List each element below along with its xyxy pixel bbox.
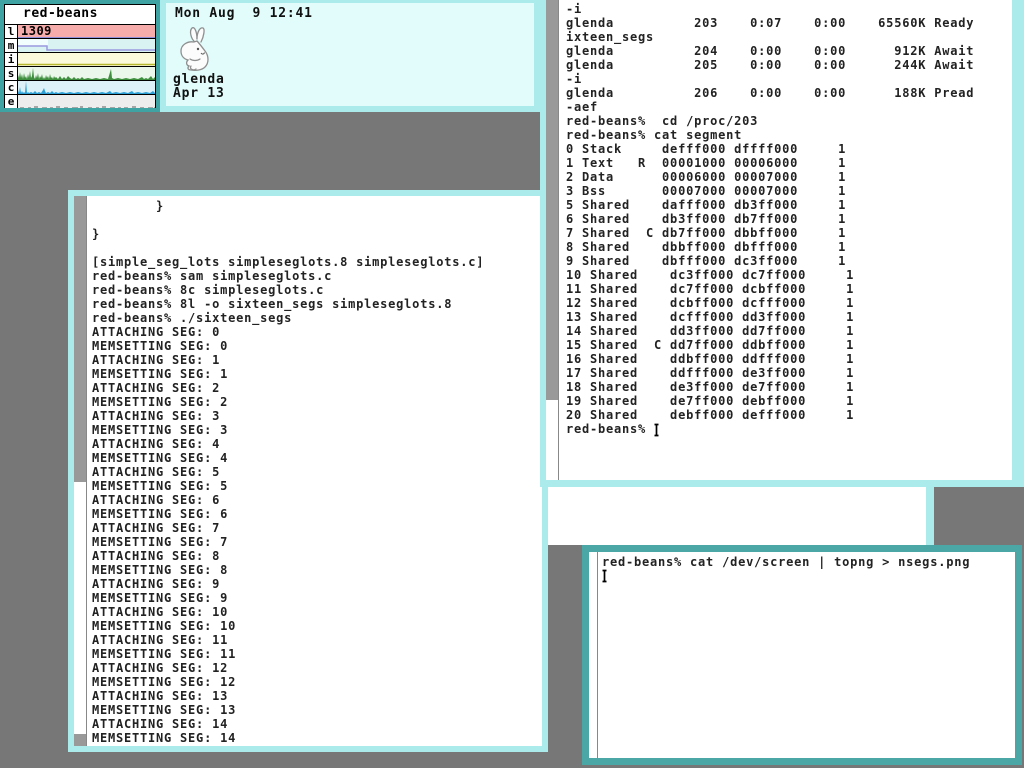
stats-row-intr: i	[5, 52, 155, 66]
intr-graph	[18, 53, 155, 66]
bottom-terminal-content[interactable]: red-beans% cat /dev/screen | topng > nse…	[589, 552, 1015, 758]
stats-row-syscall: s	[5, 66, 155, 80]
syscall-graph-plot	[18, 67, 155, 80]
left-terminal-window[interactable]: } } [simple_seg_lots simpleseglots.8 sim…	[68, 190, 548, 752]
stats-row-load: l 1309	[5, 24, 155, 38]
right-terminal-scrollbar[interactable]	[546, 0, 559, 480]
bottom-terminal-text: red-beans% cat /dev/screen | topng > nse…	[602, 555, 970, 569]
stats-label-intr: i	[5, 53, 18, 66]
right-terminal-text: -i glenda 203 0:07 0:00 65560K Ready ./s…	[566, 2, 1012, 436]
load-value: 1309	[21, 25, 52, 38]
faces-window[interactable]: Mon Aug 9 12:41 glenda Apr 13	[160, 0, 540, 112]
bottom-terminal-window[interactable]: red-beans% cat /dev/screen | topng > nse…	[582, 545, 1022, 765]
mem-graph-plot	[18, 39, 155, 52]
stats-row-context: c	[5, 80, 155, 94]
rio-desktop[interactable]: { "colors": { "desktop_bg": "#777777", "…	[0, 0, 1024, 768]
ether-graph	[18, 95, 155, 108]
context-graph-plot	[18, 81, 155, 94]
left-terminal-scroll-thumb[interactable]	[74, 482, 86, 734]
face-date: Apr 13	[173, 87, 225, 101]
right-terminal-window[interactable]: -i glenda 203 0:07 0:00 65560K Ready ./s…	[540, 0, 1024, 487]
left-terminal-text: } } [simple_seg_lots simpleseglots.8 sim…	[92, 199, 484, 745]
stats-window[interactable]: red-beans l 1309 m i	[0, 0, 160, 112]
background-window[interactable]	[528, 480, 934, 545]
bottom-terminal-scrollbar[interactable]	[589, 552, 598, 758]
stats-label-context: c	[5, 81, 18, 94]
ether-graph-plot	[18, 95, 155, 108]
scrollbar-separator	[558, 0, 559, 480]
stats-label-syscall: s	[5, 67, 18, 80]
stats-frame: red-beans l 1309 m i	[4, 4, 156, 108]
load-graph: 1309	[18, 25, 155, 38]
intr-graph-plot	[18, 53, 155, 66]
stats-label-ether: e	[5, 95, 18, 108]
text-cursor	[653, 423, 661, 437]
context-graph	[18, 81, 155, 94]
right-terminal-content[interactable]: -i glenda 203 0:07 0:00 65560K Ready ./s…	[546, 0, 1012, 480]
stats-row-ether: e	[5, 94, 155, 108]
stats-title: red-beans	[5, 5, 155, 24]
right-terminal-scroll-thumb[interactable]	[546, 400, 558, 480]
clock-text: Mon Aug 9 12:41	[175, 7, 313, 21]
stats-label-load: l	[5, 25, 18, 38]
mem-graph	[18, 39, 155, 52]
text-cursor	[601, 569, 609, 583]
faces-content: Mon Aug 9 12:41 glenda Apr 13	[166, 3, 534, 106]
left-terminal-scrollbar[interactable]	[74, 196, 87, 746]
scrollbar-separator	[86, 196, 87, 746]
face-name: glenda	[173, 73, 225, 87]
syscall-graph	[18, 67, 155, 80]
stats-row-mem: m	[5, 38, 155, 52]
glenda-avatar	[171, 25, 223, 79]
left-terminal-content[interactable]: } } [simple_seg_lots simpleseglots.8 sim…	[74, 196, 542, 746]
scrollbar-separator	[597, 552, 598, 758]
stats-label-mem: m	[5, 39, 18, 52]
